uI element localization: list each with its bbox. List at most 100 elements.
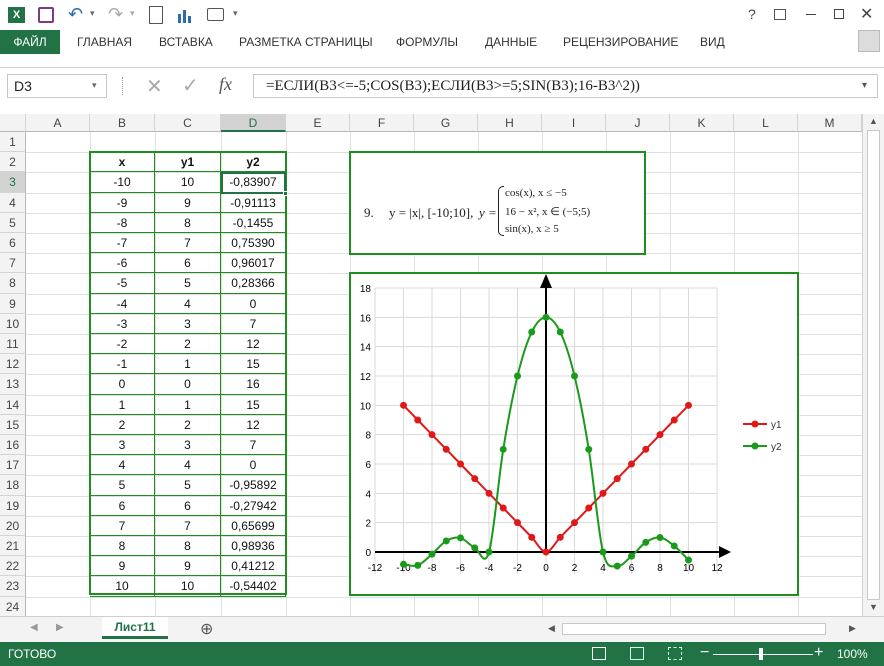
column-header-c[interactable]: C bbox=[155, 114, 221, 132]
column-header-l[interactable]: L bbox=[734, 114, 798, 132]
row-header-11[interactable]: 11 bbox=[0, 334, 26, 355]
row-header-3[interactable]: 3 bbox=[0, 172, 26, 193]
undo-icon[interactable]: ↶ bbox=[68, 4, 83, 25]
chart[interactable]: 024681012141618-12 -10 -8 -6 -4 -2 0 2 4 6 8 10 12y1… bbox=[351, 274, 797, 594]
save-icon[interactable] bbox=[38, 7, 54, 23]
horizontal-scrollbar[interactable] bbox=[562, 623, 826, 635]
task-piece-lhs: y = bbox=[479, 205, 497, 220]
x-tick-label: 4 bbox=[600, 563, 606, 574]
row-header-22[interactable]: 22 bbox=[0, 556, 26, 577]
row-header-24[interactable]: 24 bbox=[0, 596, 26, 616]
row-header-1[interactable]: 1 bbox=[0, 132, 26, 153]
row-header-10[interactable]: 10 bbox=[0, 313, 26, 334]
zoom-slider[interactable] bbox=[713, 654, 813, 655]
data-point-y1 bbox=[656, 431, 664, 439]
tab-page-layout[interactable]: РАЗМЕТКА СТРАНИЦЫ bbox=[239, 30, 373, 54]
formula-input[interactable]: =ЕСЛИ(B3<=-5;COS(B3);ЕСЛИ(B3>=5;SIN(B3);… bbox=[253, 74, 878, 98]
zoom-out-icon[interactable]: − bbox=[700, 644, 709, 662]
restore-icon[interactable] bbox=[834, 9, 844, 19]
column-header-i[interactable]: I bbox=[542, 114, 606, 132]
row-header-4[interactable]: 4 bbox=[0, 192, 26, 213]
column-header-b[interactable]: B bbox=[90, 114, 155, 132]
vscroll-down-icon[interactable]: ▼ bbox=[869, 602, 878, 612]
tab-view[interactable]: ВИД bbox=[700, 30, 725, 54]
data-point-y2 bbox=[571, 372, 578, 380]
tab-review[interactable]: РЕЦЕНЗИРОВАНИЕ bbox=[563, 30, 678, 54]
vscroll-up-icon[interactable]: ▲ bbox=[869, 116, 878, 126]
row-header-13[interactable]: 13 bbox=[0, 374, 26, 395]
customize-icon[interactable]: ▾ bbox=[233, 8, 238, 19]
scroll-tabs-right-icon[interactable]: ▶ bbox=[56, 622, 64, 633]
row-header-6[interactable]: 6 bbox=[0, 233, 26, 254]
x-tick-label: -12 bbox=[368, 563, 383, 574]
redo-icon[interactable]: ↷ bbox=[108, 4, 123, 25]
column-header-k[interactable]: K bbox=[670, 114, 734, 132]
tab-file[interactable]: ФАЙЛ bbox=[0, 30, 60, 54]
select-all-corner[interactable] bbox=[0, 114, 26, 132]
page-break-view-icon[interactable] bbox=[668, 647, 682, 660]
expand-formula-icon[interactable]: ▾ bbox=[862, 80, 867, 91]
ribbon-display-icon[interactable] bbox=[774, 9, 786, 20]
add-sheet-button[interactable]: ⊕ bbox=[200, 619, 213, 639]
column-header-e[interactable]: E bbox=[286, 114, 350, 132]
row-header-2[interactable]: 2 bbox=[0, 152, 26, 173]
camera-icon[interactable] bbox=[207, 8, 224, 21]
row-header-23[interactable]: 23 bbox=[0, 576, 26, 597]
column-header-f[interactable]: F bbox=[350, 114, 414, 132]
row-header-14[interactable]: 14 bbox=[0, 394, 26, 415]
task-function: y = |x|, [-10;10], bbox=[389, 205, 474, 220]
data-point-y2 bbox=[585, 445, 593, 453]
normal-view-icon[interactable] bbox=[592, 647, 606, 660]
close-icon[interactable]: ✕ bbox=[860, 4, 873, 24]
insert-function-icon[interactable]: fx bbox=[219, 74, 232, 95]
name-box-dropdown-icon[interactable]: ▾ bbox=[92, 80, 97, 91]
undo-dropdown-icon[interactable]: ▾ bbox=[90, 8, 95, 19]
help-icon[interactable]: ? bbox=[748, 6, 756, 22]
sheet-tab-active[interactable]: Лист11 bbox=[102, 617, 168, 639]
page-layout-view-icon[interactable] bbox=[630, 647, 644, 660]
column-header-g[interactable]: G bbox=[414, 114, 478, 132]
minimize-icon[interactable] bbox=[806, 14, 816, 15]
hscroll-right-icon[interactable]: ▶ bbox=[849, 623, 856, 634]
chart-frame[interactable]: 0 2 4 6 8 10 12 14 16 18 -12 -10 -8 -6 -4 -2 0 2 4 6 8 10 12 y1… bbox=[349, 272, 799, 596]
piecewise-brace-icon bbox=[498, 186, 504, 236]
row-header-15[interactable]: 15 bbox=[0, 414, 26, 435]
column-header-a[interactable]: A bbox=[26, 114, 90, 132]
row-header-16[interactable]: 16 bbox=[0, 435, 26, 456]
row-header-21[interactable]: 21 bbox=[0, 536, 26, 557]
column-header-j[interactable]: J bbox=[606, 114, 670, 132]
row-header-19[interactable]: 19 bbox=[0, 495, 26, 516]
print-preview-icon[interactable] bbox=[149, 6, 163, 24]
cancel-entry-icon[interactable]: ✕ bbox=[146, 74, 163, 99]
tab-data[interactable]: ДАННЫЕ bbox=[485, 30, 537, 54]
tab-home[interactable]: ГЛАВНАЯ bbox=[77, 30, 132, 54]
row-header-7[interactable]: 7 bbox=[0, 253, 26, 274]
column-header-d[interactable]: D bbox=[221, 114, 286, 132]
zoom-slider-thumb[interactable] bbox=[759, 648, 763, 660]
account-avatar-icon[interactable] bbox=[858, 30, 880, 52]
scroll-tabs-left-icon[interactable]: ◀ bbox=[30, 622, 38, 633]
confirm-entry-icon[interactable]: ✓ bbox=[182, 73, 199, 98]
row-header-12[interactable]: 12 bbox=[0, 354, 26, 375]
column-header-m[interactable]: M bbox=[798, 114, 862, 132]
x-tick-label: 0 bbox=[543, 563, 549, 574]
tab-formulas[interactable]: ФОРМУЛЫ bbox=[396, 30, 458, 54]
row-header-5[interactable]: 5 bbox=[0, 212, 26, 233]
row-header-17[interactable]: 17 bbox=[0, 455, 26, 476]
chart-icon[interactable] bbox=[177, 8, 193, 23]
fill-handle[interactable] bbox=[283, 191, 288, 196]
selected-cell-d3[interactable] bbox=[221, 172, 286, 194]
zoom-level[interactable]: 100% bbox=[837, 647, 868, 661]
tab-insert[interactable]: ВСТАВКА bbox=[159, 30, 213, 54]
row-header-18[interactable]: 18 bbox=[0, 475, 26, 496]
row-header-9[interactable]: 9 bbox=[0, 293, 26, 314]
row-header-8[interactable]: 8 bbox=[0, 273, 26, 294]
vscroll-thumb[interactable] bbox=[867, 130, 880, 600]
zoom-in-icon[interactable]: + bbox=[814, 644, 823, 662]
column-header-h[interactable]: H bbox=[478, 114, 542, 132]
redo-dropdown-icon[interactable]: ▾ bbox=[130, 8, 135, 19]
row-header-20[interactable]: 20 bbox=[0, 515, 26, 536]
excel-logo-icon[interactable]: X bbox=[8, 7, 25, 23]
vertical-scrollbar[interactable]: ▲ ▼ bbox=[862, 114, 884, 616]
hscroll-left-icon[interactable]: ◀ bbox=[548, 623, 555, 634]
